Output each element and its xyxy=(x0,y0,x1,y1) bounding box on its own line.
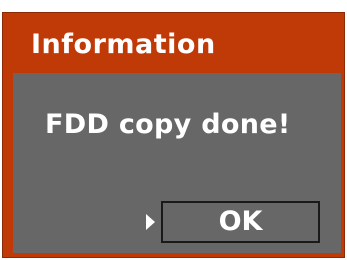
dialog-body: FDD copy done! OK xyxy=(13,73,341,253)
ok-button[interactable]: OK xyxy=(161,201,320,243)
selection-arrow-icon xyxy=(146,214,155,230)
information-dialog: Information FDD copy done! OK xyxy=(2,12,345,258)
dialog-title: Information xyxy=(31,29,216,60)
dialog-message: FDD copy done! xyxy=(45,109,291,140)
